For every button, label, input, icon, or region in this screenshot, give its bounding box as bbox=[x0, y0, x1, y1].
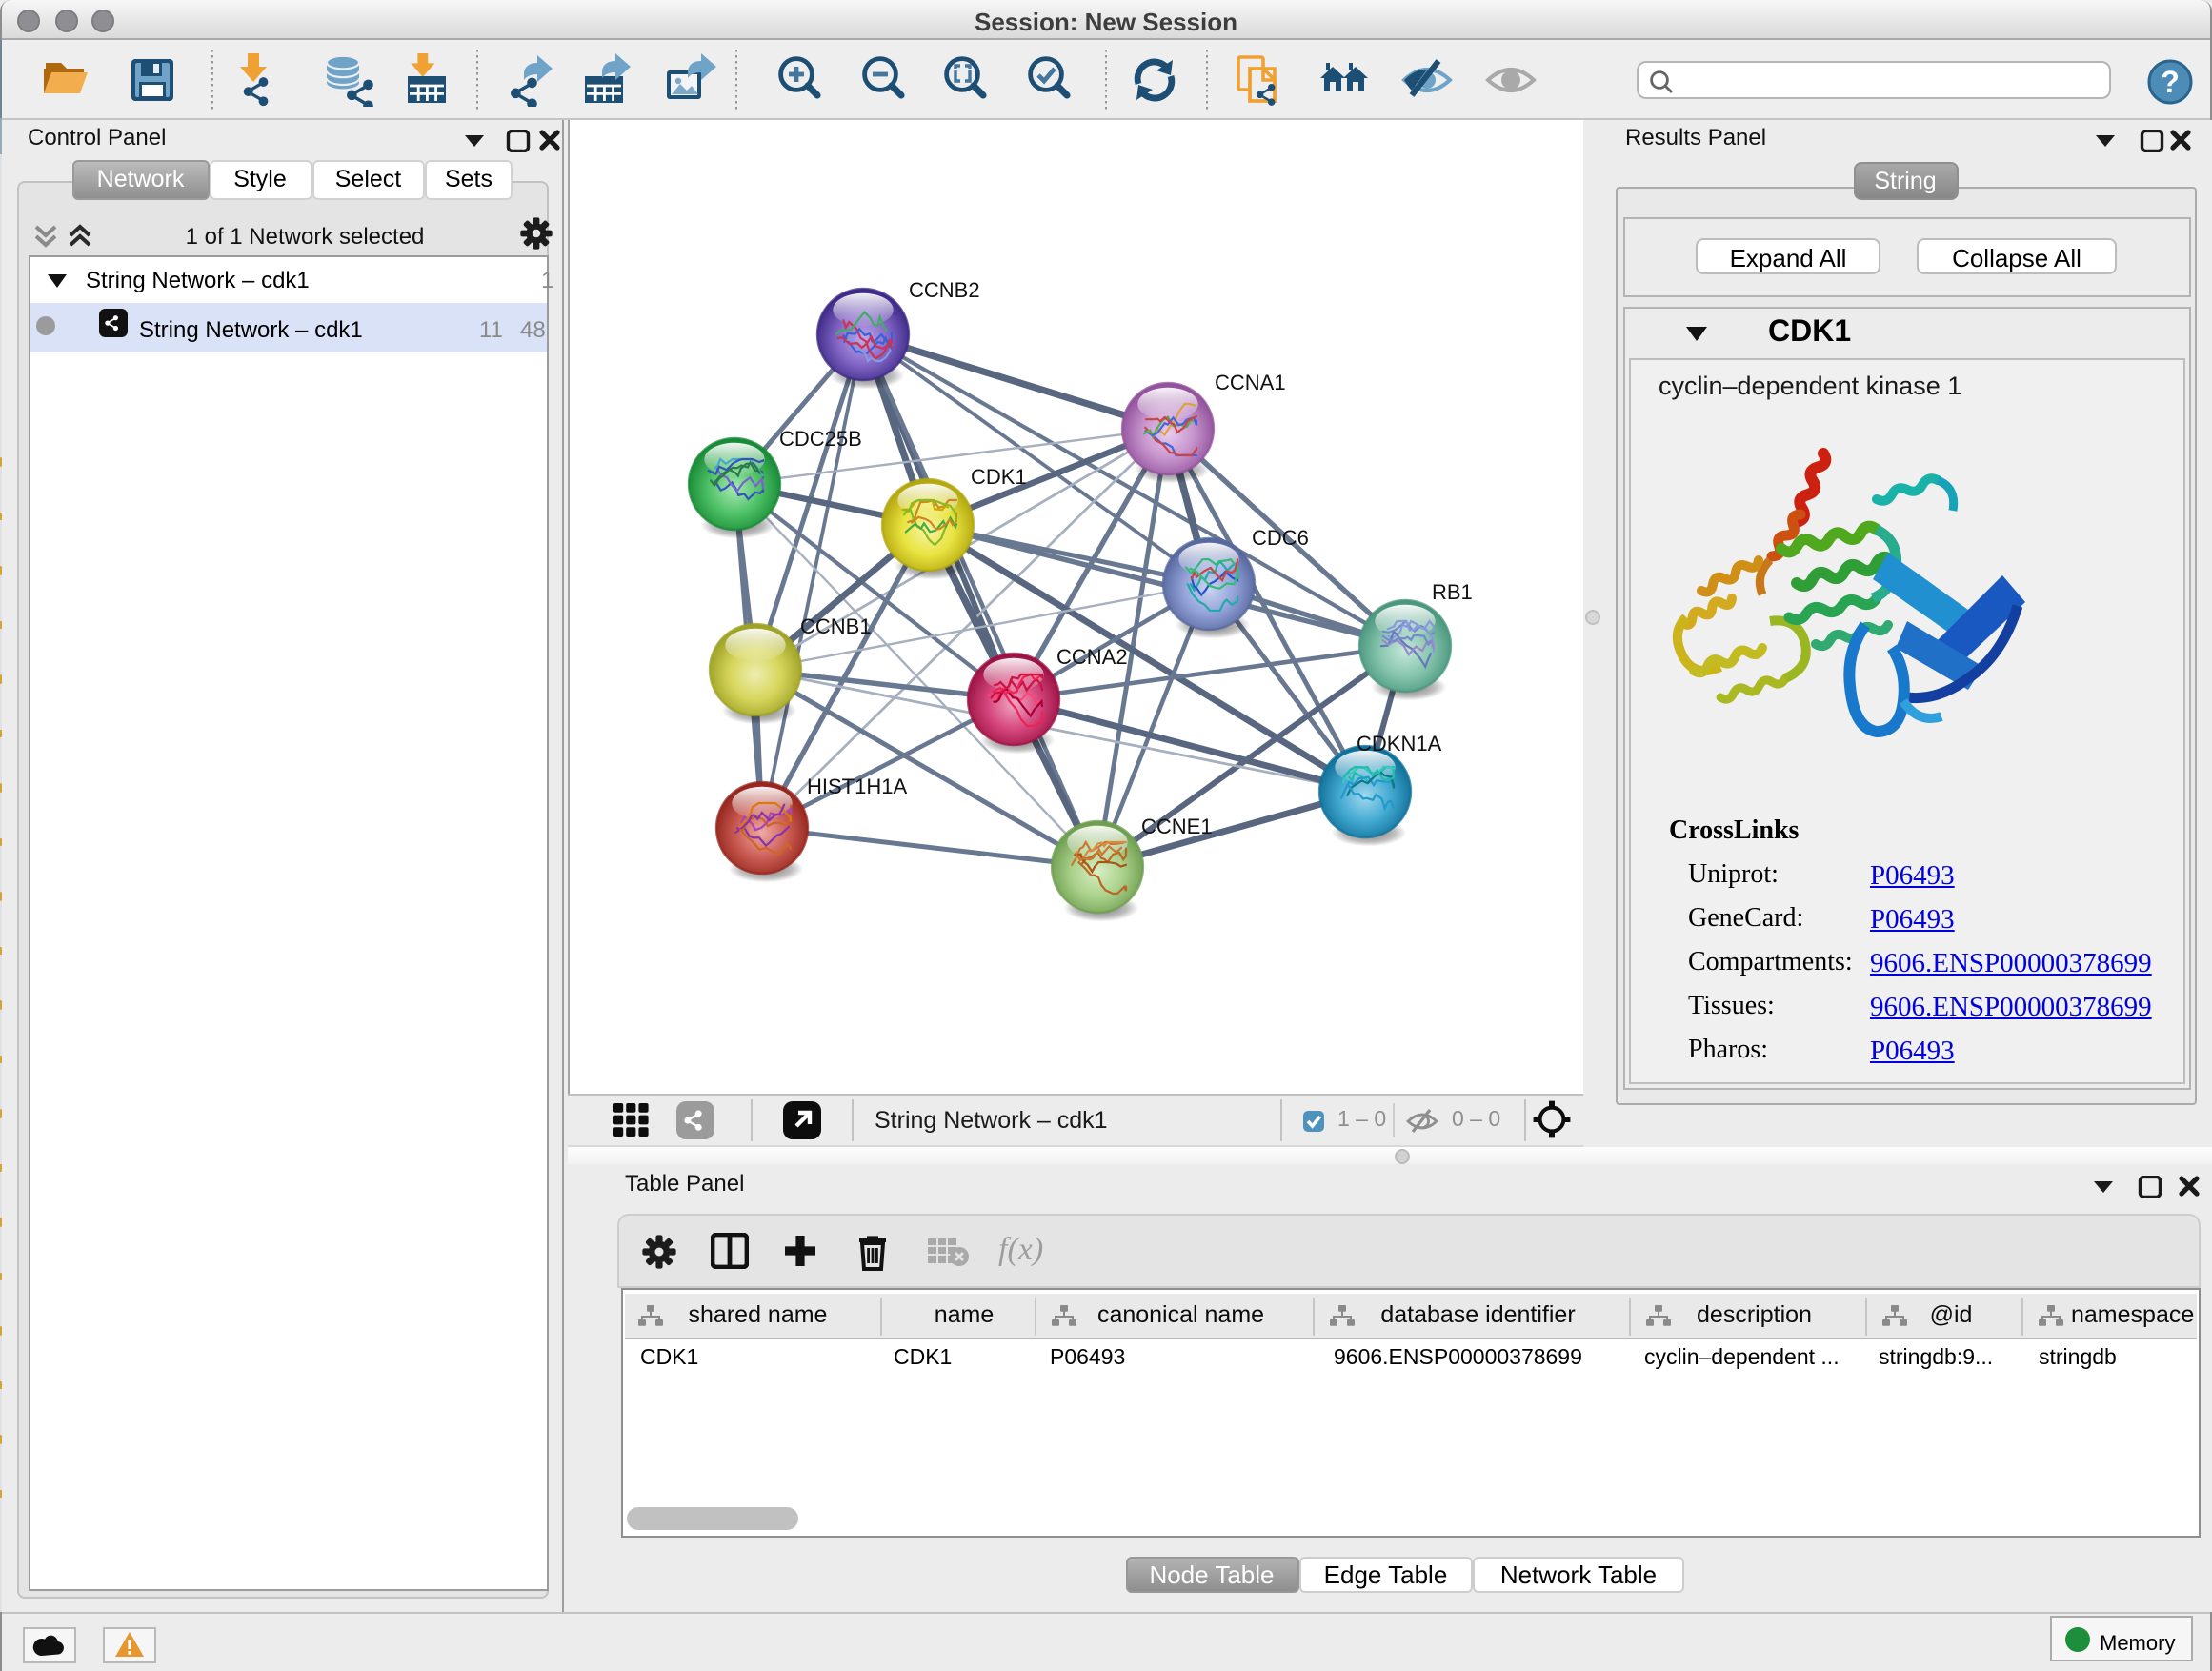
svg-text:CDK1: CDK1 bbox=[970, 464, 1026, 488]
svg-text:CCNA2: CCNA2 bbox=[1056, 644, 1127, 668]
svg-text:CDC6: CDC6 bbox=[1251, 525, 1308, 549]
svg-text:RB1: RB1 bbox=[1431, 579, 1472, 603]
svg-text:CCNE1: CCNE1 bbox=[1140, 814, 1212, 837]
svg-text:HIST1H1A: HIST1H1A bbox=[806, 774, 906, 797]
svg-text:CCNA1: CCNA1 bbox=[1214, 370, 1285, 393]
svg-text:CDKN1A: CDKN1A bbox=[1356, 731, 1441, 755]
svg-text:CCNB2: CCNB2 bbox=[908, 277, 979, 301]
svg-text:CDC25B: CDC25B bbox=[778, 426, 861, 450]
svg-text:?: ? bbox=[2161, 65, 2180, 99]
svg-text:CCNB1: CCNB1 bbox=[799, 614, 871, 637]
